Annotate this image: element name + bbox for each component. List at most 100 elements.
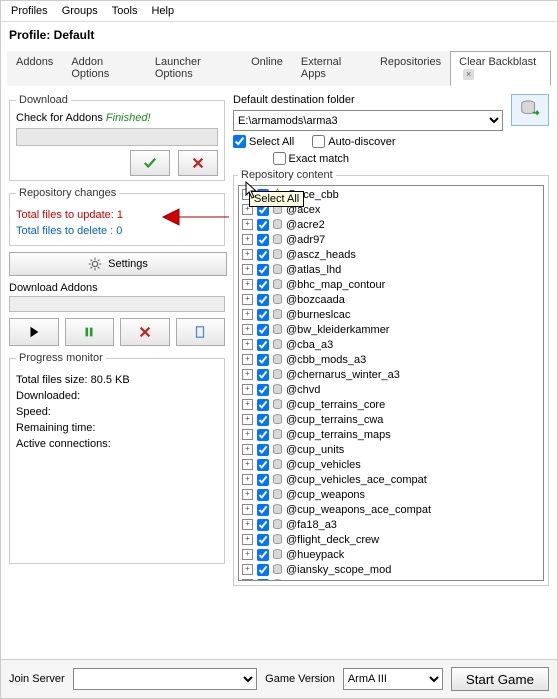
tree-item[interactable]: +@atlas_lhd [240, 262, 542, 277]
pause-button[interactable] [65, 318, 115, 346]
stop-button[interactable] [120, 318, 170, 346]
expand-icon[interactable]: + [242, 264, 253, 275]
expand-icon[interactable]: + [242, 399, 253, 410]
expand-icon[interactable]: + [242, 489, 253, 500]
expand-icon[interactable]: + [242, 474, 253, 485]
expand-icon[interactable]: + [242, 504, 253, 515]
report-button[interactable] [176, 318, 226, 346]
tree-item-checkbox[interactable] [257, 549, 269, 561]
menu-tools[interactable]: Tools [106, 3, 144, 19]
expand-icon[interactable]: + [242, 384, 253, 395]
tree-item-checkbox[interactable] [257, 234, 269, 246]
tree-item-checkbox[interactable] [257, 294, 269, 306]
tree-item-checkbox[interactable] [257, 489, 269, 501]
menu-profiles[interactable]: Profiles [5, 3, 54, 19]
tree-item[interactable]: +@hueypack [240, 547, 542, 562]
expand-icon[interactable]: + [242, 309, 253, 320]
expand-icon[interactable]: + [242, 444, 253, 455]
tree-item-checkbox[interactable] [257, 369, 269, 381]
tab-launcher-options[interactable]: Launcher Options [146, 51, 242, 86]
files-to-update-link[interactable]: Total files to update: 1 [16, 207, 218, 223]
tree-item-checkbox[interactable] [257, 354, 269, 366]
expand-icon[interactable]: + [242, 324, 253, 335]
tab-addon-options[interactable]: Addon Options [62, 51, 146, 86]
tree-item[interactable]: +@isladuala_a3 [240, 577, 542, 581]
tab-repositories[interactable]: Repositories [371, 51, 450, 86]
expand-icon[interactable]: + [242, 549, 253, 560]
tree-item[interactable]: +@bozcaada [240, 292, 542, 307]
tree-item[interactable]: +@cup_terrains_cwa [240, 412, 542, 427]
expand-icon[interactable]: + [242, 219, 253, 230]
exact-match-checkbox[interactable]: Exact match [273, 152, 350, 165]
tree-item[interactable]: +@cup_weapons_ace_compat [240, 502, 542, 517]
expand-icon[interactable]: + [242, 579, 253, 581]
expand-icon[interactable]: + [242, 414, 253, 425]
tree-item[interactable]: +@cba_a3 [240, 337, 542, 352]
expand-icon[interactable]: + [242, 429, 253, 440]
tree-item[interactable]: +@cup_terrains_maps [240, 427, 542, 442]
tree-item[interactable]: +@burneslcac [240, 307, 542, 322]
tree-item-checkbox[interactable] [257, 324, 269, 336]
tree-item-checkbox[interactable] [257, 414, 269, 426]
tree-item-checkbox[interactable] [257, 579, 269, 582]
tab-clear-backblast[interactable]: Clear Backblast× [450, 51, 551, 86]
close-tab-icon[interactable]: × [463, 69, 474, 80]
tab-addons[interactable]: Addons [7, 51, 62, 86]
tree-item[interactable]: +@chernarus_winter_a3 [240, 367, 542, 382]
check-cancel-button[interactable] [178, 150, 218, 176]
tree-item-checkbox[interactable] [257, 309, 269, 321]
tab-online[interactable]: Online [242, 51, 292, 86]
repo-tree[interactable]: +@ace_cbb+@acex+@acre2+@adr97+@ascz_head… [238, 185, 544, 581]
tree-item-checkbox[interactable] [257, 564, 269, 576]
menu-groups[interactable]: Groups [56, 3, 104, 19]
menu-help[interactable]: Help [145, 3, 180, 19]
tree-item[interactable]: +@chvd [240, 382, 542, 397]
expand-icon[interactable]: + [242, 294, 253, 305]
dest-folder-select[interactable]: E:\armamods\arma3 [233, 110, 503, 131]
expand-icon[interactable]: + [242, 564, 253, 575]
expand-icon[interactable]: + [242, 234, 253, 245]
expand-icon[interactable]: + [242, 369, 253, 380]
tree-item-checkbox[interactable] [257, 534, 269, 546]
tree-item-checkbox[interactable] [257, 429, 269, 441]
expand-icon[interactable]: + [242, 534, 253, 545]
tree-item[interactable]: +@flight_deck_crew [240, 532, 542, 547]
tree-item-checkbox[interactable] [257, 504, 269, 516]
tree-item-checkbox[interactable] [257, 519, 269, 531]
tree-item-checkbox[interactable] [257, 399, 269, 411]
join-server-select[interactable] [73, 668, 258, 690]
tree-item[interactable]: +@cup_vehicles_ace_compat [240, 472, 542, 487]
tree-item[interactable]: +@ascz_heads [240, 247, 542, 262]
tree-item[interactable]: +@adr97 [240, 232, 542, 247]
auto-discover-checkbox[interactable]: Auto-discover [312, 135, 395, 148]
expand-icon[interactable]: + [242, 339, 253, 350]
expand-icon[interactable]: + [242, 459, 253, 470]
tree-item[interactable]: +@cbb_mods_a3 [240, 352, 542, 367]
tree-item[interactable]: +@cup_terrains_core [240, 397, 542, 412]
tree-item[interactable]: +@cup_units [240, 442, 542, 457]
tree-item[interactable]: +@fa18_a3 [240, 517, 542, 532]
start-game-button[interactable]: Start Game [451, 667, 549, 691]
tree-item[interactable]: +@iansky_scope_mod [240, 562, 542, 577]
files-to-delete-link[interactable]: Total files to delete : 0 [16, 223, 218, 239]
tree-item-checkbox[interactable] [257, 249, 269, 261]
game-version-select[interactable]: ArmA III [343, 668, 443, 690]
tree-item[interactable]: +@bw_kleiderkammer [240, 322, 542, 337]
tree-item-checkbox[interactable] [257, 444, 269, 456]
tree-item[interactable]: +@acre2 [240, 217, 542, 232]
select-all-checkbox[interactable]: Select All [233, 135, 294, 148]
tree-item-checkbox[interactable] [257, 219, 269, 231]
expand-icon[interactable]: + [242, 249, 253, 260]
tab-external-apps[interactable]: External Apps [292, 51, 371, 86]
tree-item[interactable]: +@bhc_map_contour [240, 277, 542, 292]
tree-item-checkbox[interactable] [257, 384, 269, 396]
tree-item-checkbox[interactable] [257, 459, 269, 471]
check-accept-button[interactable] [130, 150, 170, 176]
tree-item-checkbox[interactable] [257, 474, 269, 486]
expand-icon[interactable]: + [242, 279, 253, 290]
tree-item-checkbox[interactable] [257, 279, 269, 291]
tree-item[interactable]: +@cup_vehicles [240, 457, 542, 472]
tree-item[interactable]: +@cup_weapons [240, 487, 542, 502]
settings-button[interactable]: Settings [9, 252, 227, 276]
tree-item-checkbox[interactable] [257, 339, 269, 351]
